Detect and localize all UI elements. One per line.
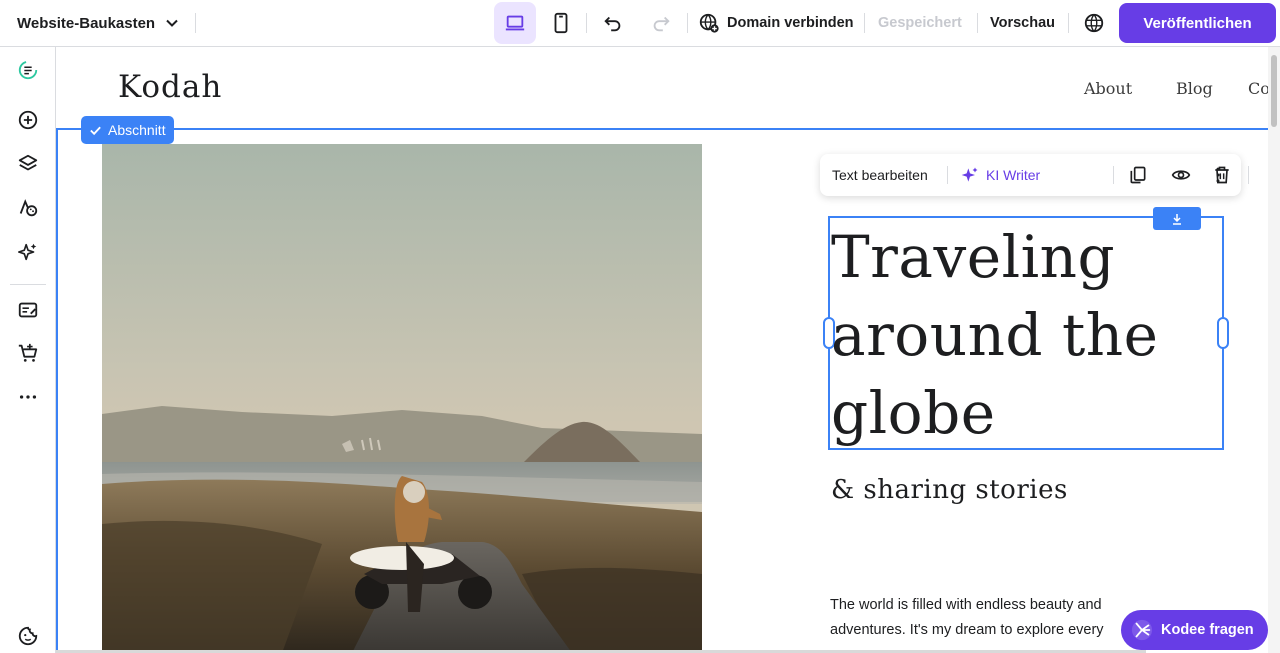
editor-canvas: Kodah About Blog Co Abschnitt Text bearb… [56, 47, 1268, 653]
redo-button[interactable] [642, 2, 680, 44]
left-sidebar [0, 47, 56, 653]
kodee-ai-icon [1131, 619, 1153, 641]
mobile-view-button[interactable] [542, 2, 580, 44]
help-button[interactable] [16, 624, 40, 648]
divider [977, 13, 978, 33]
saved-status: Gespeichert [878, 15, 962, 31]
more-button[interactable] [16, 385, 40, 409]
heading-line: Traveling [831, 223, 1116, 291]
redo-icon [653, 16, 670, 32]
divider [1248, 166, 1249, 184]
divider [947, 166, 948, 184]
heading-line: globe [831, 379, 996, 447]
more-options-button[interactable] [1206, 163, 1230, 187]
more-vertical-icon [1216, 167, 1220, 183]
cart-plus-icon [18, 343, 38, 362]
globe-icon [1084, 13, 1104, 33]
divider [10, 284, 46, 285]
connect-domain-button[interactable]: Domain verbinden [727, 0, 854, 46]
blog-button[interactable] [16, 298, 40, 322]
divider [1068, 13, 1069, 33]
laptop-icon [505, 15, 525, 31]
ai-tools-button[interactable] [16, 240, 40, 264]
hero-subheading[interactable]: & sharing stories [831, 475, 1068, 505]
checklist-button[interactable] [16, 58, 40, 82]
edit-text-button[interactable]: Text bearbeiten [832, 154, 928, 196]
eye-icon [1171, 170, 1191, 180]
palette-icon [19, 199, 38, 217]
nav-blog[interactable]: Blog [1176, 79, 1213, 98]
more-horizontal-icon [19, 395, 37, 399]
chevron-down-icon [166, 19, 178, 27]
styles-button[interactable] [16, 196, 40, 220]
checklist-icon [18, 60, 38, 80]
divider [1113, 166, 1114, 184]
ask-kodee-button[interactable]: Kodee fragen [1121, 610, 1268, 650]
preview-button[interactable]: Vorschau [990, 0, 1055, 46]
heading-line: around the [831, 301, 1159, 369]
domain-icon-wrap [697, 2, 721, 44]
check-icon [90, 126, 101, 135]
scrollbar-thumb[interactable] [1271, 55, 1277, 127]
divider [586, 13, 587, 33]
ask-kodee-label: Kodee fragen [1161, 622, 1254, 638]
motorcycle-coast-photo [102, 144, 702, 653]
hero-body-text[interactable]: The world is filled with endless beauty … [830, 593, 1130, 643]
hero-heading[interactable]: Traveling around the globe [831, 218, 1221, 452]
add-element-button[interactable] [16, 108, 40, 132]
nav-about[interactable]: About [1084, 79, 1132, 98]
ai-writer-label: KI Writer [986, 167, 1041, 183]
edit-list-icon [18, 302, 38, 318]
globe-plus-icon [699, 13, 719, 33]
sparkles-icon [18, 243, 37, 261]
language-button[interactable] [1081, 2, 1107, 44]
copy-icon [1130, 166, 1146, 184]
section-badge[interactable]: Abschnitt [81, 116, 174, 144]
text-element-toolbar: Text bearbeiten KI Writer [820, 154, 1249, 196]
store-button[interactable] [16, 341, 40, 365]
undo-button[interactable] [594, 2, 632, 44]
brand-label: Website-Baukasten [17, 14, 156, 32]
ai-writer-button[interactable]: KI Writer [960, 154, 1040, 196]
nav-contact[interactable]: Co [1248, 79, 1268, 98]
desktop-view-button[interactable] [494, 2, 536, 44]
undo-icon [604, 16, 621, 32]
site-logo[interactable]: Kodah [118, 69, 222, 105]
section-badge-label: Abschnitt [108, 122, 166, 138]
top-toolbar: Website-Baukasten Domain verbinden Gespe… [0, 0, 1280, 47]
plus-circle-icon [18, 110, 38, 130]
website-builder-menu[interactable]: Website-Baukasten [17, 0, 179, 46]
duplicate-button[interactable] [1126, 163, 1150, 187]
cookie-icon [18, 626, 38, 646]
hero-image[interactable] [102, 144, 702, 653]
divider [195, 13, 196, 33]
ai-sparkles-icon [961, 167, 978, 182]
publish-button[interactable]: Veröffentlichen [1119, 3, 1276, 43]
visibility-button[interactable] [1169, 163, 1193, 187]
phone-icon [554, 12, 568, 34]
layers-button[interactable] [16, 152, 40, 176]
layers-icon [18, 154, 38, 171]
divider [687, 13, 688, 33]
divider [864, 13, 865, 33]
canvas-scrollbar[interactable] [1268, 47, 1280, 653]
